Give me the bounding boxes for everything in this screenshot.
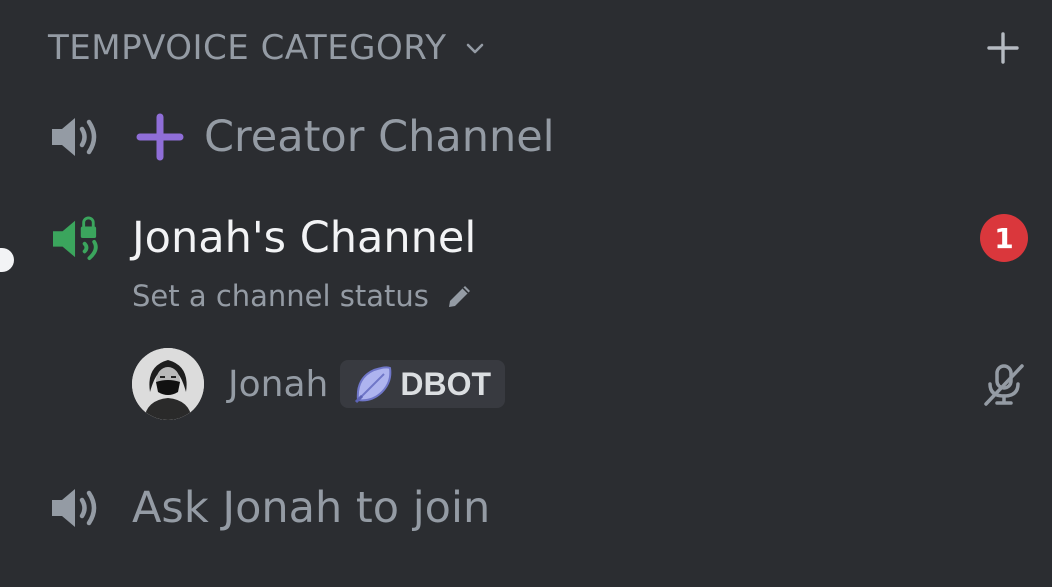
voice-channel-jonahs[interactable]: Jonah's Channel: [48, 212, 476, 264]
channel-name: Creator Channel: [204, 112, 555, 162]
member-name: Jonah: [228, 363, 329, 405]
avatar-image: [132, 348, 204, 420]
guild-tag-label: DBOT: [400, 365, 491, 402]
speaker-icon: [52, 489, 97, 527]
unread-indicator: [0, 248, 14, 272]
category-header[interactable]: TEMPVOICE CATEGORY: [48, 26, 487, 70]
channel-status-placeholder: Set a channel status: [132, 279, 429, 313]
create-channel-plus-icon[interactable]: [984, 29, 1022, 67]
chevron-down-icon: [466, 43, 483, 54]
mic-muted-icon: [984, 364, 1024, 406]
pencil-icon: [448, 286, 470, 307]
guild-tag[interactable]: DBOT: [340, 360, 505, 408]
category-title: TEMPVOICE CATEGORY: [48, 28, 447, 68]
speaker-icon: [52, 118, 97, 156]
channel-list: TEMPVOICE CATEGORY Creator Channel Jonah…: [0, 0, 1052, 587]
voice-channel-ask[interactable]: Ask Jonah to join: [48, 482, 490, 534]
channel-status[interactable]: Set a channel status: [132, 276, 475, 316]
mention-badge: 1: [980, 214, 1028, 262]
voice-member-row[interactable]: Jonah DBOT: [132, 348, 505, 420]
channel-name: Jonah's Channel: [132, 213, 477, 263]
plus-icon: [136, 113, 184, 161]
voice-channel-creator[interactable]: Creator Channel: [48, 112, 555, 162]
leaf-icon: [355, 366, 392, 404]
avatar[interactable]: [132, 348, 204, 420]
channel-name: Ask Jonah to join: [132, 483, 491, 533]
speaker-lock-icon: [53, 216, 98, 261]
